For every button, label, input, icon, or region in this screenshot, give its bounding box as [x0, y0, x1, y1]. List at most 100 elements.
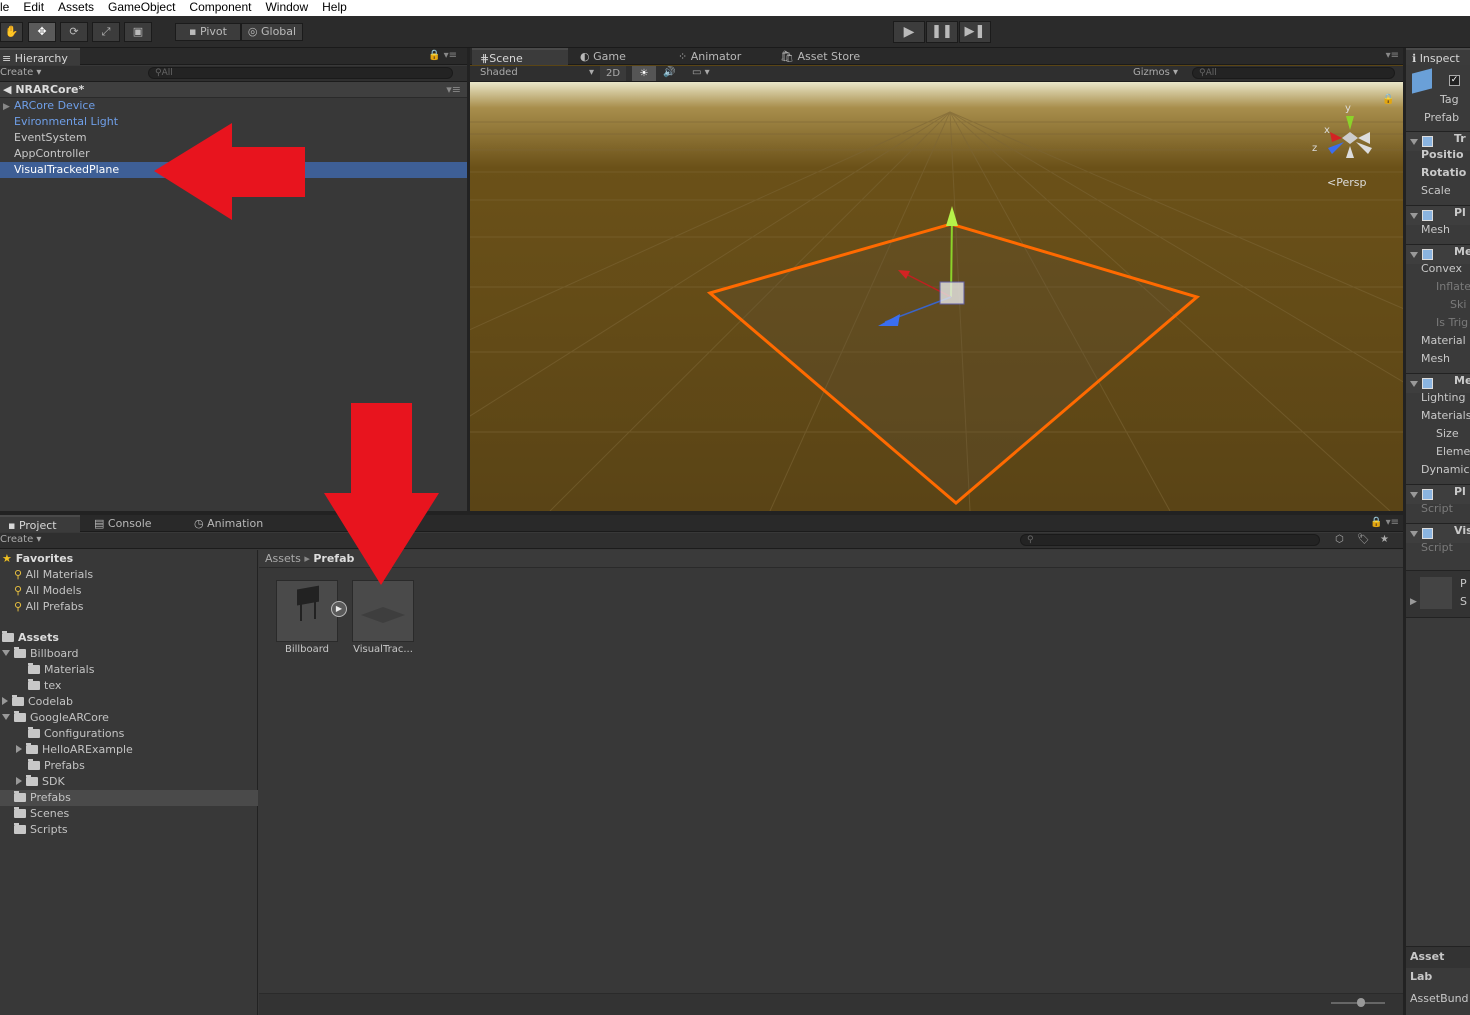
inspector-field-label: Mesh — [1421, 223, 1450, 236]
collapse-arrow-icon[interactable] — [1410, 531, 1418, 537]
favorite-item[interactable]: ⚲ All Materials — [14, 567, 93, 583]
project-search-input[interactable]: ⚲ — [1020, 534, 1320, 546]
collapse-arrow-icon[interactable] — [1410, 492, 1418, 498]
folder-icon — [14, 823, 26, 834]
global-toggle[interactable]: ◎ Global — [241, 23, 303, 41]
lighting-toggle-icon[interactable]: ☀ — [632, 66, 656, 81]
scene-panel-menu-icon[interactable]: ▾≡ — [1386, 50, 1399, 61]
scale-tool-icon[interactable]: ⤢ — [92, 22, 120, 42]
persp-label[interactable]: <Persp — [1327, 176, 1366, 189]
tree-item[interactable]: tex — [0, 678, 258, 694]
menu-gameobject[interactable]: GameObject — [108, 0, 175, 15]
tree-item[interactable]: Billboard — [0, 646, 258, 662]
tree-item[interactable]: Scripts — [0, 822, 258, 838]
scene-viewport[interactable]: y x z 🔒 <Persp — [470, 82, 1403, 511]
tree-item[interactable]: SDK — [0, 774, 258, 790]
tab-project[interactable]: ▪ Project — [0, 515, 80, 532]
panel-menu-icon[interactable]: 🔒 ▾≡ — [428, 50, 457, 61]
menu-window[interactable]: Window — [265, 0, 308, 15]
collapse-arrow-icon[interactable] — [1410, 252, 1418, 258]
pause-button[interactable]: ❚❚ — [926, 21, 958, 43]
tree-item[interactable]: Configurations — [0, 726, 258, 742]
tab-inspector[interactable]: ℹ Inspect — [1406, 48, 1470, 65]
tab-asset-store[interactable]: 🛍 Asset Store — [772, 48, 868, 65]
tree-item[interactable]: GoogleARCore — [0, 710, 258, 726]
component-title: Pl — [1454, 485, 1466, 498]
tab-hierarchy[interactable]: ≡ Hierarchy — [0, 48, 80, 65]
tree-item[interactable]: Prefabs — [0, 758, 258, 774]
2d-toggle[interactable]: 2D — [600, 66, 626, 81]
hierarchy-tabbar: ≡ Hierarchy 🔒 ▾≡ — [0, 48, 467, 65]
pivot-toggle[interactable]: ▪ Pivot — [175, 23, 241, 41]
zoom-slider-handle[interactable] — [1357, 998, 1365, 1007]
asset-labels-header[interactable]: Asset Lab — [1406, 946, 1470, 983]
create-dropdown[interactable]: Create ▾ — [0, 67, 41, 78]
tree-item-label: Codelab — [28, 695, 73, 708]
favorite-item[interactable]: ⚲ All Models — [14, 583, 81, 599]
filter-label-icon[interactable]: 🏷 — [1357, 534, 1370, 545]
tab-console[interactable]: ▤ Console — [86, 515, 160, 532]
collapse-arrow-icon[interactable] — [2, 714, 10, 720]
tab-animator[interactable]: ⁘ Animator — [670, 48, 749, 65]
asset-billboard-label[interactable]: Billboard — [268, 644, 346, 655]
asset-billboard-thumb[interactable] — [276, 580, 338, 642]
folder-icon — [14, 791, 26, 802]
asset-visualtrackedplane-thumb[interactable] — [352, 580, 414, 642]
collapse-arrow-icon[interactable] — [1410, 381, 1418, 387]
tree-item-label: tex — [44, 679, 62, 692]
expand-arrow-icon[interactable] — [16, 745, 22, 753]
hand-tool-icon[interactable]: ✋ — [0, 22, 23, 42]
expand-arrow-icon[interactable] — [2, 697, 8, 705]
menu-file[interactable]: le — [0, 0, 9, 15]
play-button[interactable]: ▶ — [893, 21, 925, 43]
move-tool-icon[interactable]: ✥ — [28, 22, 56, 42]
tree-item[interactable]: Scenes — [0, 806, 258, 822]
step-button[interactable]: ▶❚ — [959, 21, 991, 43]
rotate-tool-icon[interactable]: ⟳ — [60, 22, 88, 42]
tree-item[interactable]: Prefabs — [0, 790, 258, 806]
favorites-header[interactable]: ★ Favorites — [2, 551, 73, 567]
favorite-item[interactable]: ⚲ All Prefabs — [14, 599, 84, 615]
preview-expand-icon[interactable]: ▶ — [1410, 597, 1417, 607]
project-panel-menu-icon[interactable]: 🔒 ▾≡ — [1370, 517, 1399, 528]
active-checkbox[interactable]: ✓ — [1449, 75, 1460, 86]
tab-game[interactable]: ◐ Game — [572, 48, 634, 65]
tree-item-label: Prefabs — [44, 759, 85, 772]
collapse-arrow-icon[interactable] — [1410, 139, 1418, 145]
expand-arrow-icon[interactable]: ▶ — [0, 99, 14, 115]
tab-hierarchy-label: Hierarchy — [14, 52, 68, 65]
hierarchy-search-input[interactable]: ⚲All — [148, 67, 453, 79]
menu-assets[interactable]: Assets — [58, 0, 94, 15]
breadcrumb-root[interactable]: Assets — [265, 552, 301, 565]
effects-dropdown-icon[interactable]: ▭ ▾ — [692, 67, 710, 78]
component-title: Me — [1454, 374, 1470, 387]
tree-item[interactable]: HelloARExample — [0, 742, 258, 758]
collapse-arrow-icon[interactable] — [2, 650, 10, 656]
shading-dropdown[interactable]: Shaded ▾ — [480, 67, 594, 78]
star-icon: ★ — [2, 552, 12, 565]
tree-item[interactable]: Codelab — [0, 694, 258, 710]
menu-help[interactable]: Help — [322, 0, 347, 15]
rect-tool-icon[interactable]: ▣ — [124, 22, 152, 42]
collapse-arrow-icon[interactable] — [1410, 213, 1418, 219]
filter-type-icon[interactable]: ⬡ — [1335, 534, 1344, 545]
audio-toggle-icon[interactable]: 🔊 — [663, 67, 675, 78]
expand-prefab-icon[interactable]: ▶ — [331, 601, 347, 617]
scene-search-input[interactable]: ⚲All — [1192, 67, 1395, 79]
scene-menu-icon[interactable]: ▾≡ — [446, 82, 461, 98]
menu-edit[interactable]: Edit — [23, 0, 44, 15]
gizmos-dropdown[interactable]: Gizmos ▾ — [1133, 67, 1178, 78]
scene-header[interactable]: ◀ NRARCore* ▾≡ — [0, 82, 467, 98]
project-create-dropdown[interactable]: Create ▾ — [0, 534, 41, 545]
tree-item[interactable]: Materials — [0, 662, 258, 678]
search-placeholder: All — [161, 68, 173, 78]
assets-header[interactable]: Assets — [2, 630, 59, 646]
favorite-star-icon[interactable]: ★ — [1380, 534, 1389, 545]
expand-arrow-icon[interactable] — [16, 777, 22, 785]
asset-visualtrackedplane-label[interactable]: VisualTrac... — [344, 644, 422, 655]
hierarchy-item[interactable]: ▶ ARCore Device — [0, 98, 467, 114]
tab-scene[interactable]: ⋕Scene — [472, 48, 568, 65]
gizmo-lock-icon[interactable]: 🔒 — [1382, 93, 1394, 105]
tab-animation[interactable]: ◷ Animation — [186, 515, 271, 532]
menu-component[interactable]: Component — [189, 0, 251, 15]
